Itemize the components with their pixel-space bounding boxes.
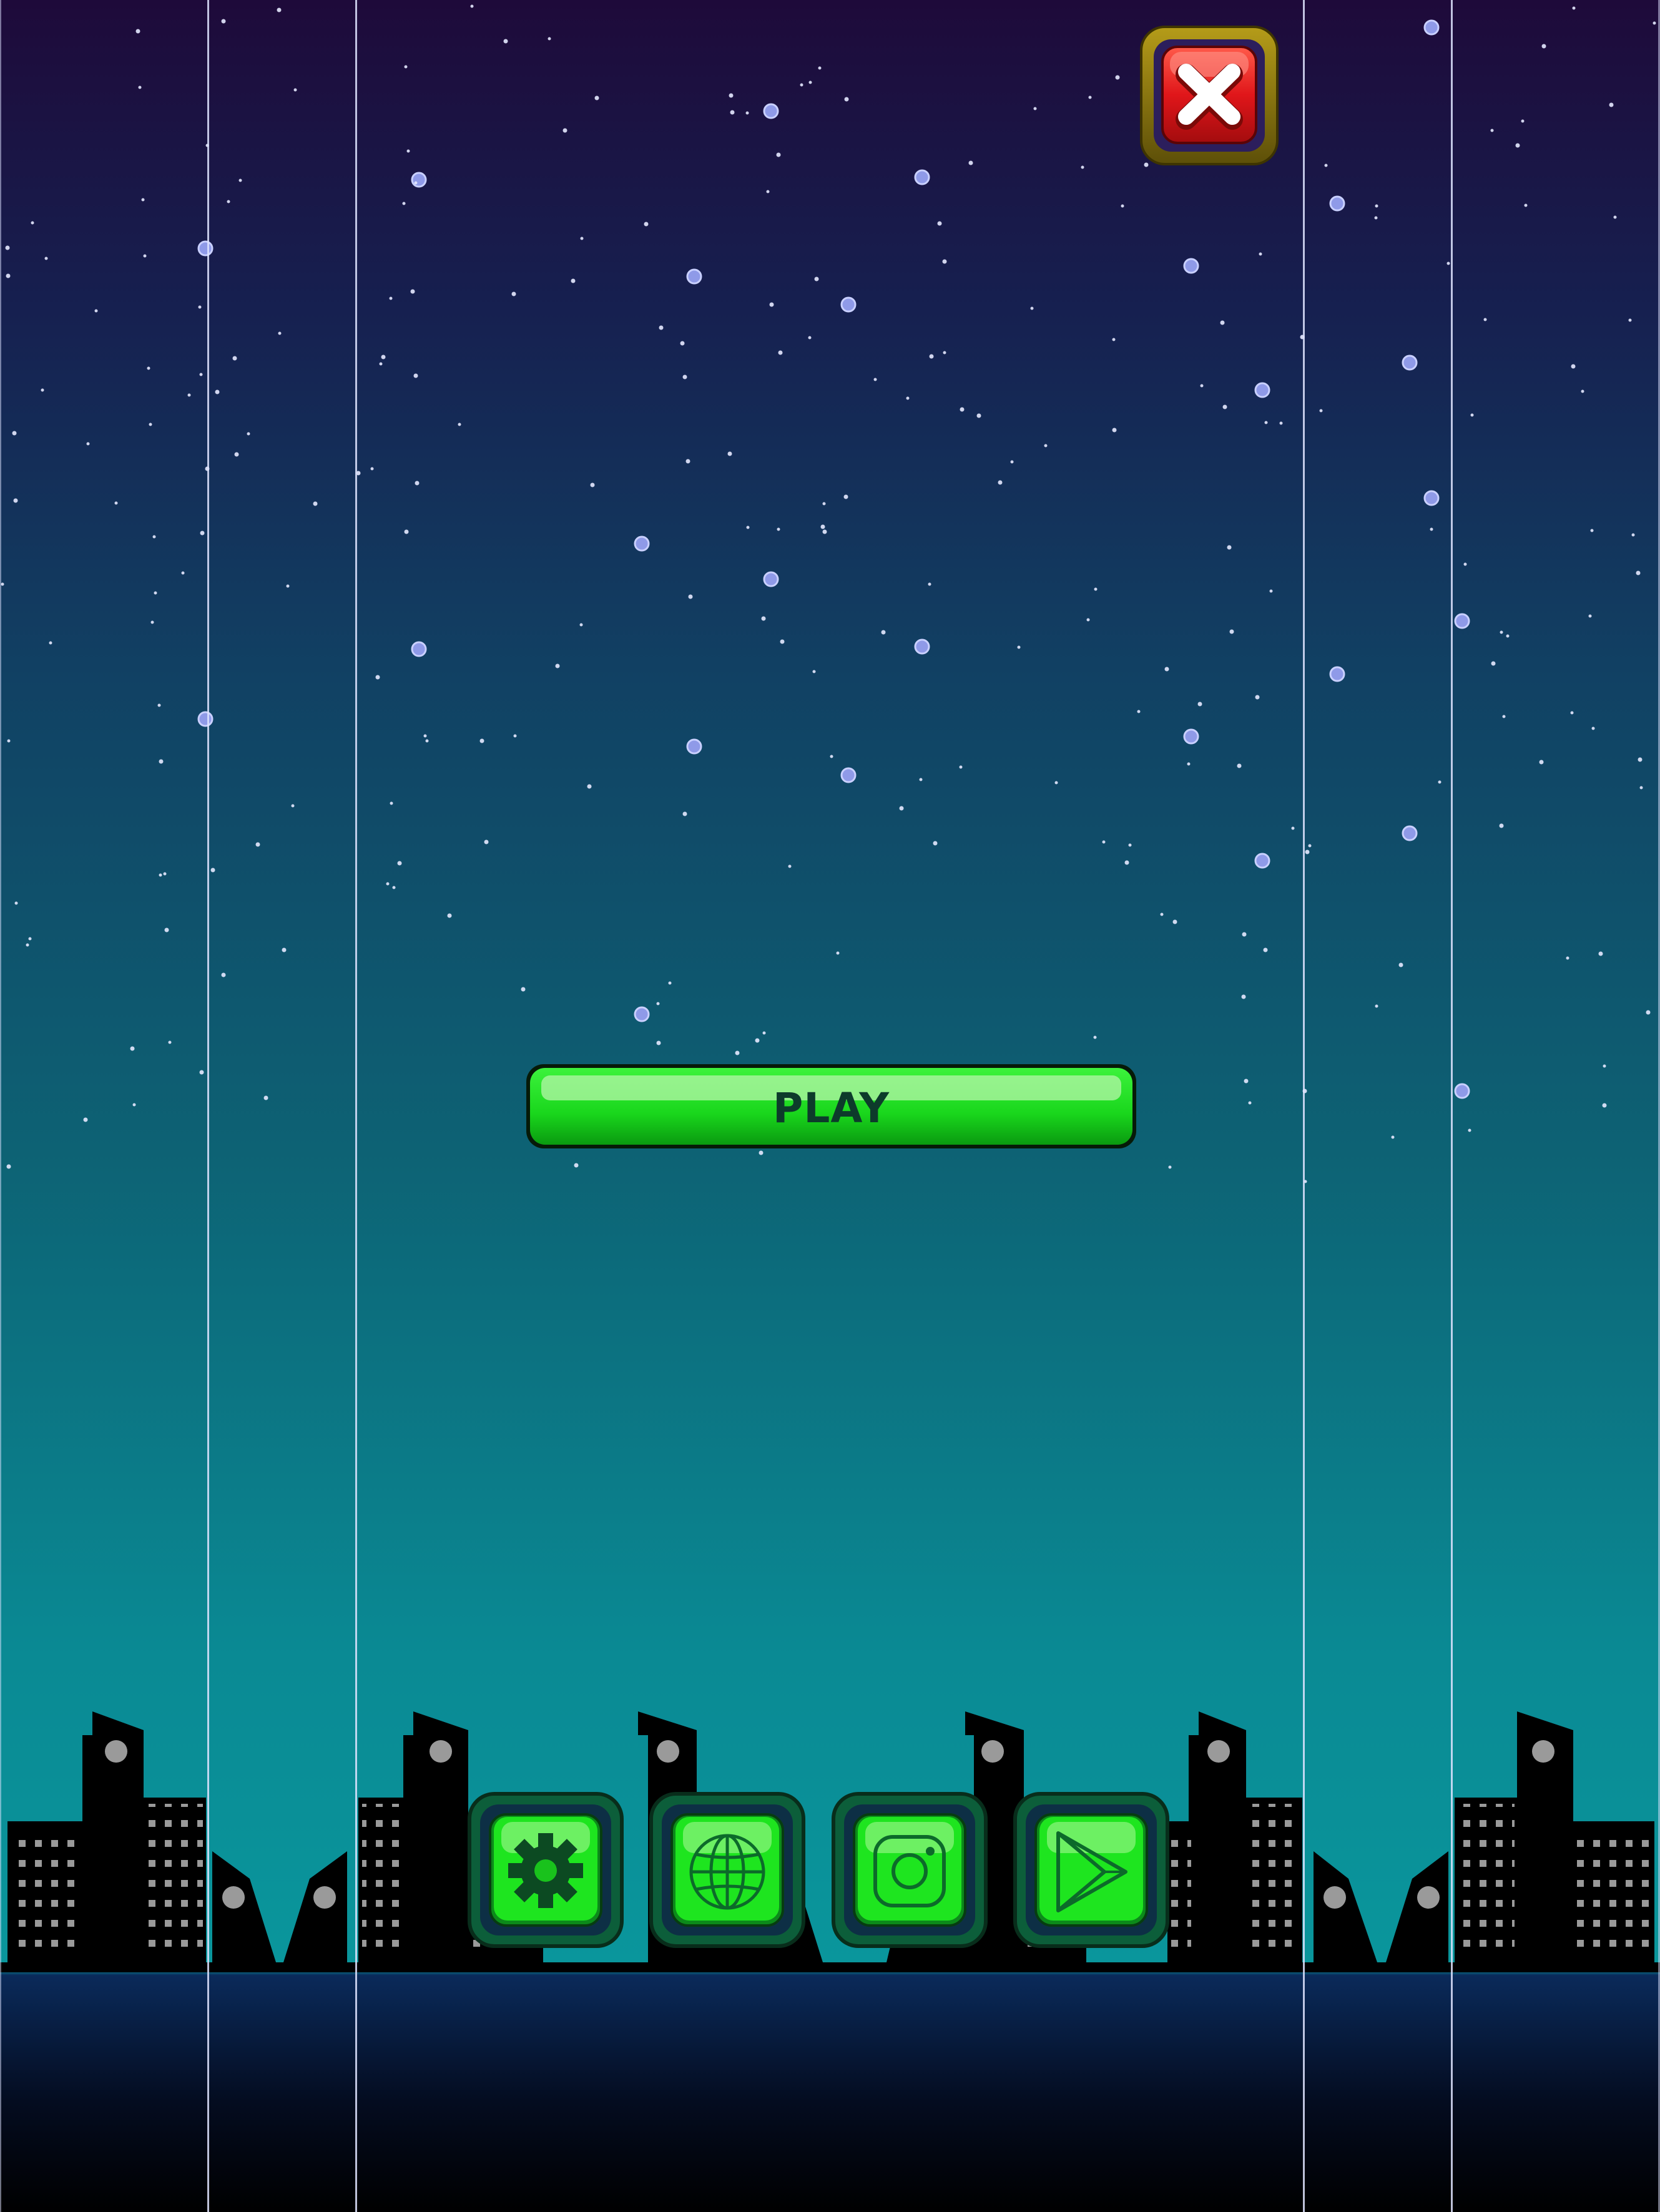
play-button[interactable]: PLAY <box>525 1063 1137 1150</box>
building-group-2 <box>212 1851 347 1962</box>
column-divider <box>355 0 357 2212</box>
instagram-button[interactable] <box>832 1792 988 1948</box>
play-button-label: PLAY <box>773 1084 890 1132</box>
instagram-icon <box>832 1792 988 1948</box>
website-button[interactable] <box>649 1792 805 1948</box>
column-divider <box>1303 0 1305 2212</box>
gear-icon <box>468 1792 624 1948</box>
building-group-right <box>1455 1711 1654 1962</box>
building-group-4 <box>1314 1851 1448 1962</box>
building-group-left <box>7 1711 206 1962</box>
frame-edge <box>0 0 1 2212</box>
column-divider <box>1451 0 1453 2212</box>
google-play-button[interactable] <box>1013 1792 1169 1948</box>
main-menu-screen: PLAY <box>0 0 1660 2212</box>
globe-icon <box>649 1792 805 1948</box>
close-button[interactable] <box>1140 26 1279 165</box>
column-divider <box>207 0 209 2212</box>
google-play-icon <box>1013 1792 1169 1948</box>
close-icon <box>1140 26 1279 165</box>
settings-button[interactable] <box>468 1792 624 1948</box>
